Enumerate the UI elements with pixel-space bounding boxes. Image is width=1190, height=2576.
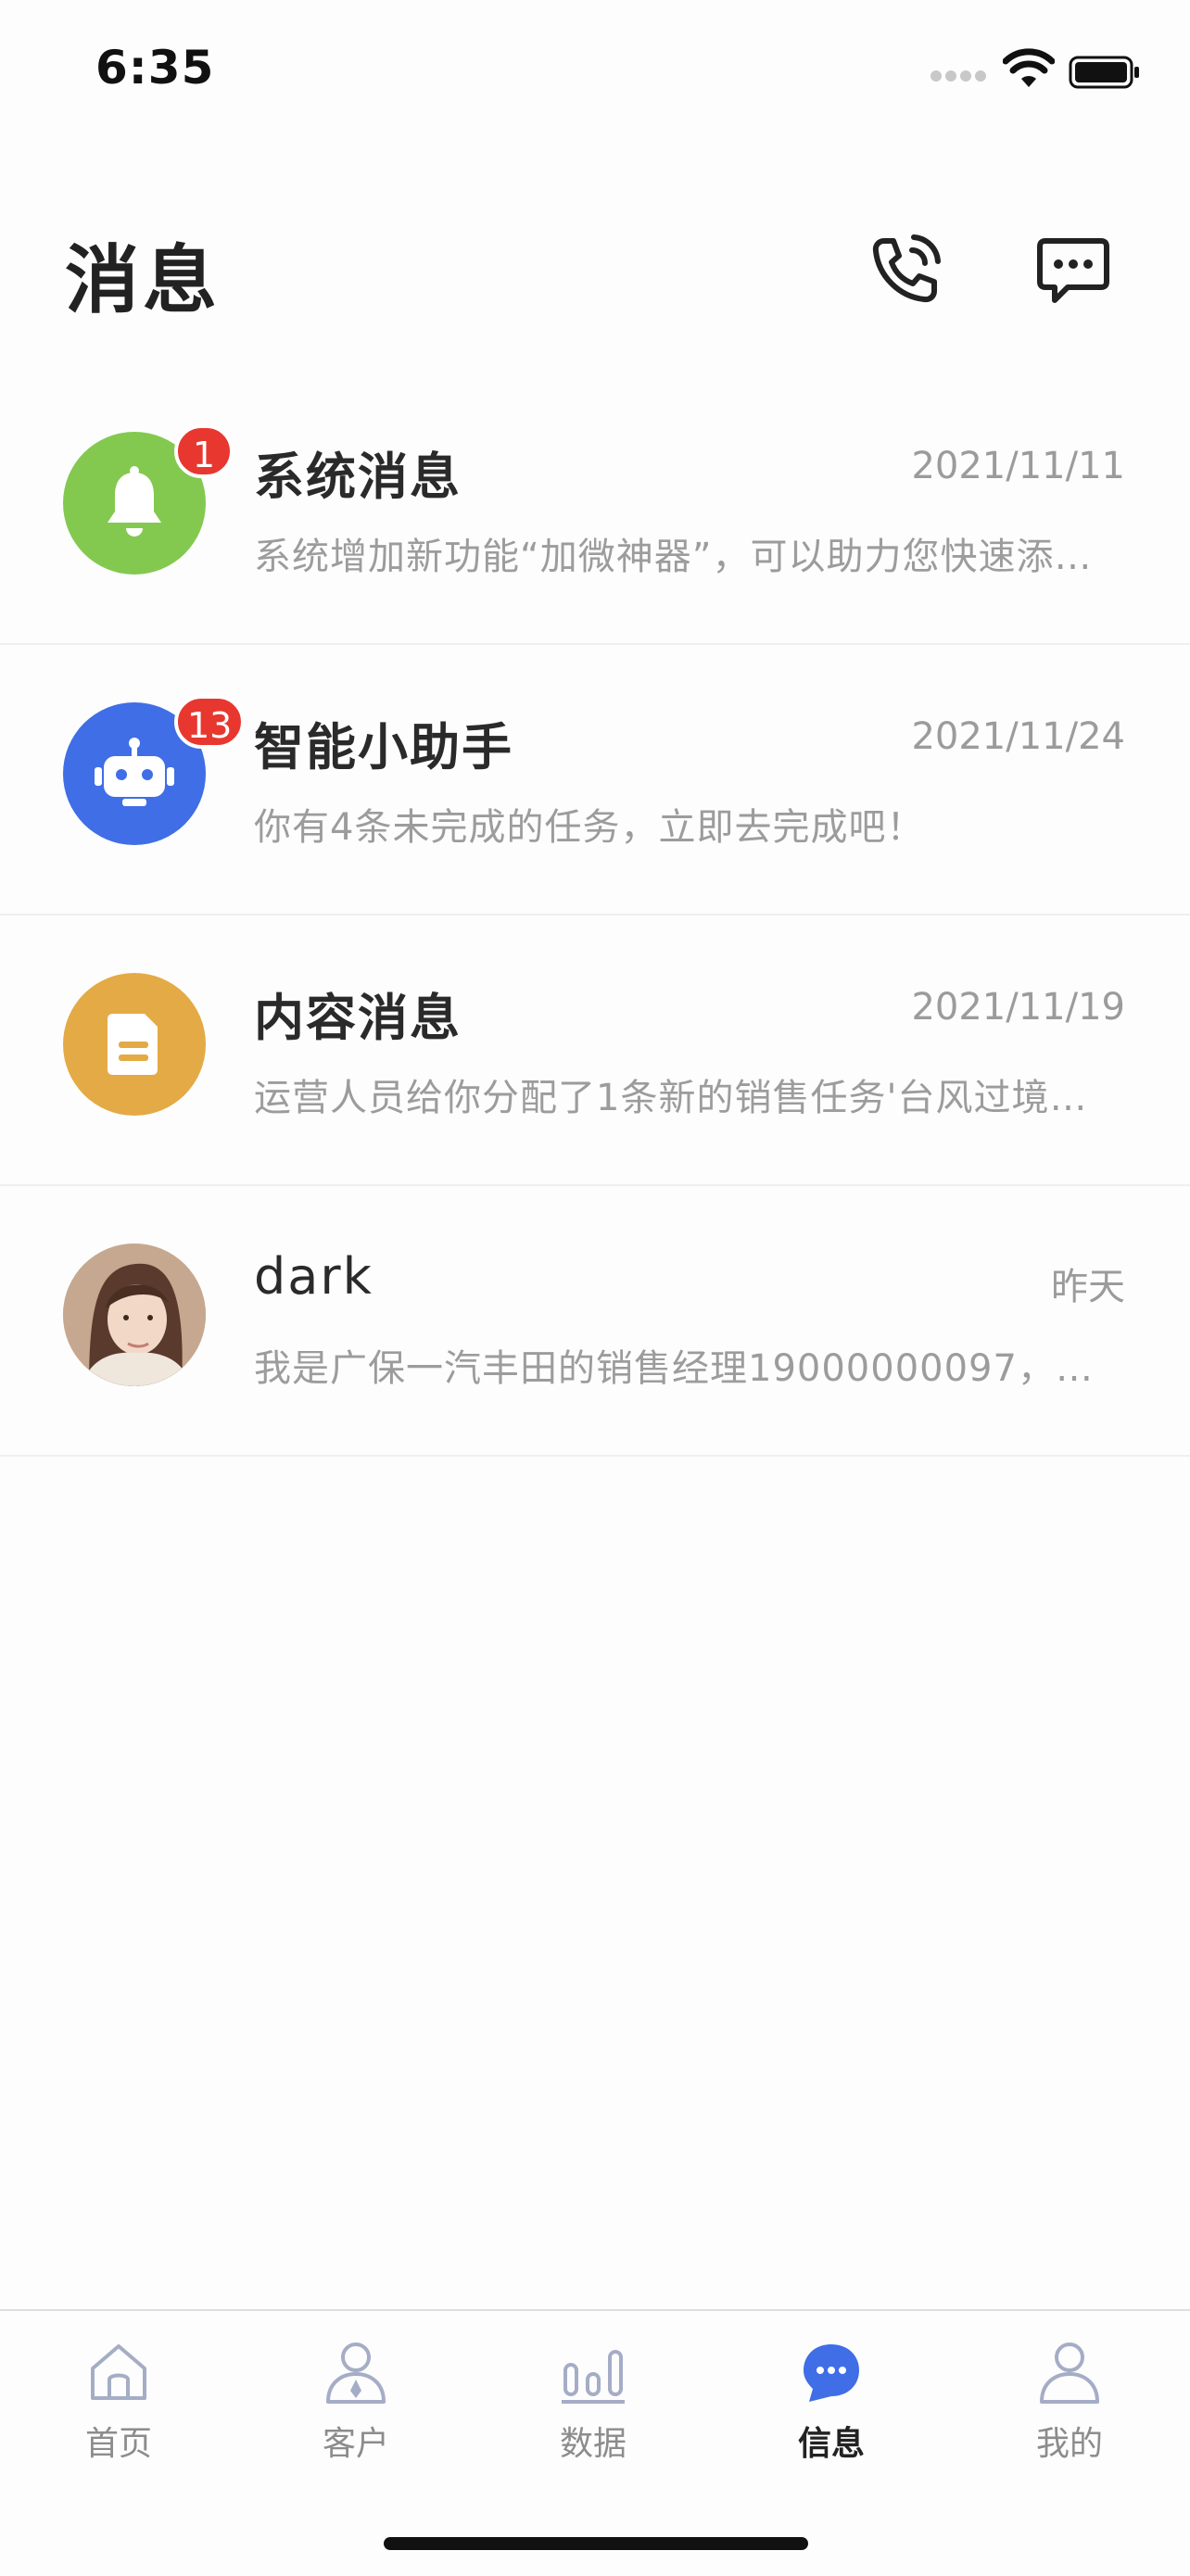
tab-bar: 首页 客户 数据 信息 我的	[0, 2309, 1190, 2576]
document-icon	[63, 973, 206, 1116]
phone-icon	[872, 234, 941, 303]
message-icon	[804, 2344, 859, 2402]
unread-badge: 13	[174, 695, 246, 749]
message-date: 2021/11/11	[911, 445, 1125, 487]
message-title: 内容消息	[254, 989, 462, 1047]
user-photo	[63, 1244, 206, 1386]
tab-label: 客户	[322, 2425, 389, 2463]
tab-label: 我的	[1035, 2425, 1103, 2463]
home-indicator	[384, 2537, 808, 2550]
customer-icon	[326, 2342, 386, 2404]
tab-message[interactable]: 信息	[739, 2337, 924, 2485]
message-preview: 运营人员给你分配了1条新的销售任务'台风过境，请注意安全'	[254, 1077, 1107, 1119]
page-title: 消息	[65, 237, 221, 323]
home-icon	[91, 2344, 146, 2400]
unread-badge: 1	[174, 424, 234, 478]
message-title: 智能小助手	[254, 718, 513, 777]
message-list: 1 系统消息 2021/11/11 系统增加新功能“加微神器”，可以助力您快速添…	[0, 374, 1190, 1457]
tab-profile[interactable]: 我的	[977, 2337, 1162, 2485]
profile-icon	[1040, 2342, 1099, 2404]
message-item-dark[interactable]: dark 昨天 我是广保一汽丰田的销售经理19000000097，我可以为您服务	[0, 1186, 1190, 1457]
phone-button[interactable]	[862, 228, 947, 313]
status-time: 6:35	[95, 41, 215, 95]
message-item-content[interactable]: 内容消息 2021/11/19 运营人员给你分配了1条新的销售任务'台风过境，请…	[0, 915, 1190, 1186]
message-title: dark	[254, 1247, 373, 1306]
message-date: 昨天	[1051, 1266, 1125, 1308]
tab-label: 信息	[797, 2425, 865, 2463]
message-preview: 你有4条未完成的任务，立即去完成吧！	[254, 806, 925, 849]
cellular-signal-icon	[930, 70, 986, 82]
wifi-icon	[1002, 48, 1056, 89]
message-preview: 系统增加新功能“加微神器”，可以助力您快速添加客户微信	[254, 536, 1107, 578]
tab-label: 首页	[84, 2425, 152, 2463]
tab-customer[interactable]: 客户	[263, 2337, 449, 2485]
tab-home[interactable]: 首页	[26, 2337, 211, 2485]
message-item-system[interactable]: 1 系统消息 2021/11/11 系统增加新功能“加微神器”，可以助力您快速添…	[0, 374, 1190, 645]
battery-icon	[1069, 56, 1141, 89]
tab-data[interactable]: 数据	[500, 2337, 686, 2485]
chat-bubble-icon	[1037, 238, 1109, 303]
chat-button[interactable]	[1031, 228, 1116, 313]
message-date: 2021/11/24	[911, 715, 1125, 758]
message-title: 系统消息	[254, 448, 462, 506]
status-bar: 6:35	[0, 0, 1190, 139]
message-date: 2021/11/19	[911, 986, 1125, 1029]
tab-label: 数据	[559, 2425, 627, 2463]
chart-icon	[562, 2350, 625, 2404]
message-preview: 我是广保一汽丰田的销售经理19000000097，我可以为您服务	[254, 1347, 1107, 1390]
message-item-assistant[interactable]: 13 智能小助手 2021/11/24 你有4条未完成的任务，立即去完成吧！	[0, 645, 1190, 915]
